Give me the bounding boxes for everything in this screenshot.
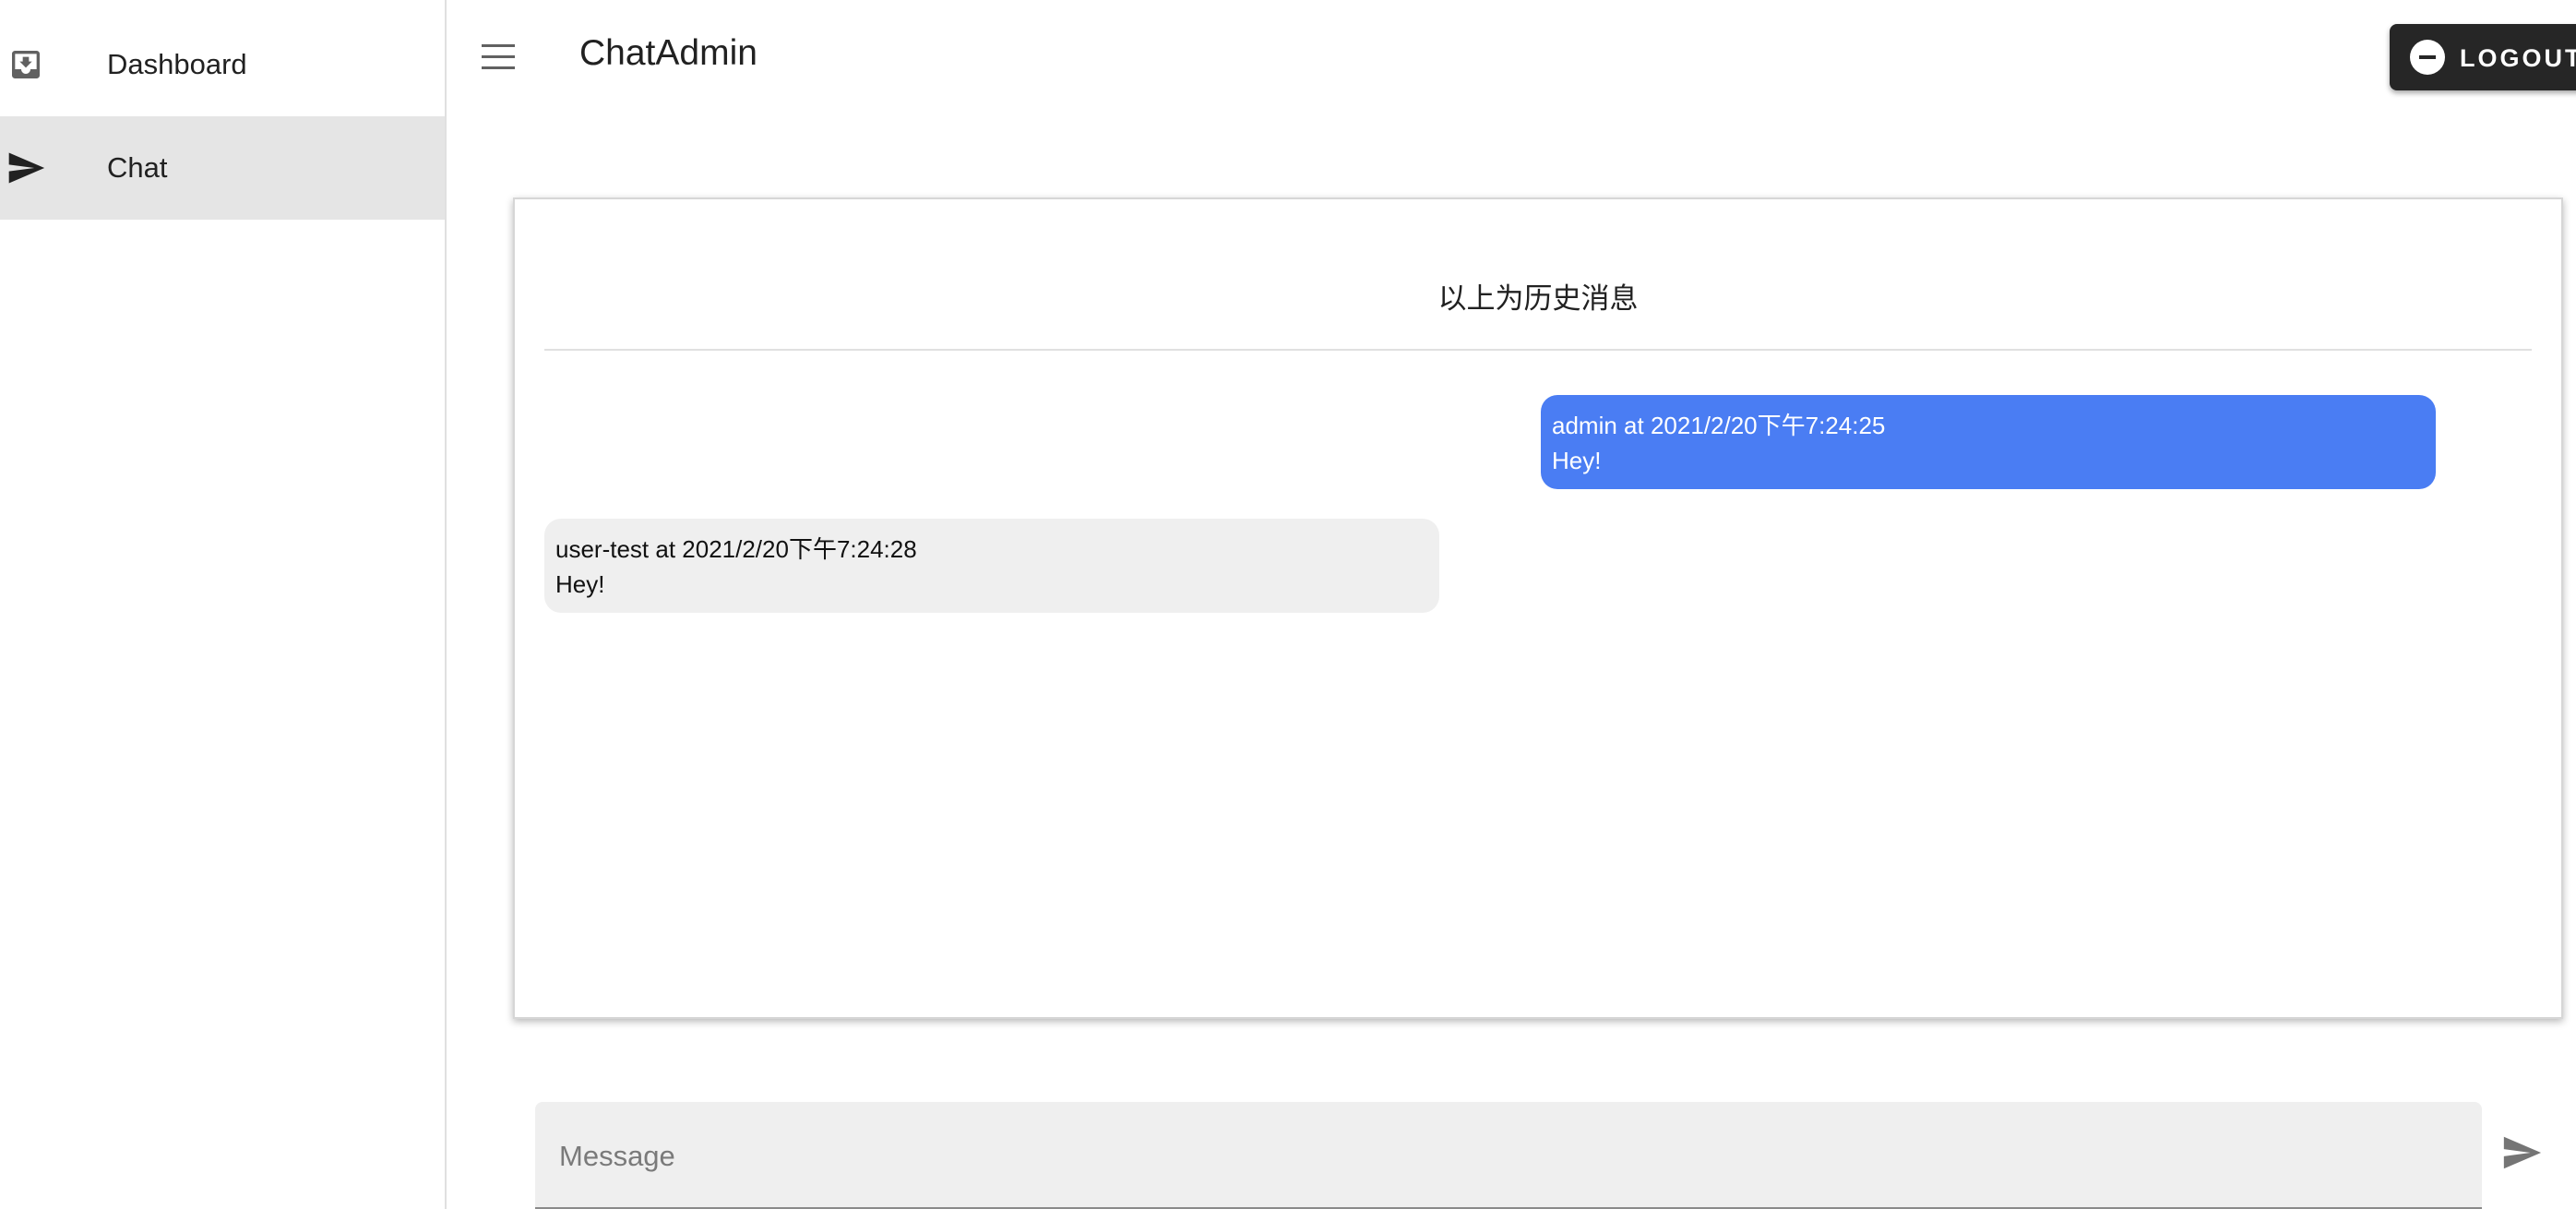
sidebar-item-dashboard[interactable]: Dashboard bbox=[0, 13, 445, 116]
send-icon bbox=[6, 148, 46, 188]
message-field[interactable] bbox=[535, 1102, 2482, 1209]
history-label: 以上为历史消息 bbox=[1437, 282, 1639, 315]
chat-panel: 以上为历史消息 admin at 2021/2/20下午7:24:25 Hey!… bbox=[513, 198, 2563, 1019]
logout-button[interactable]: LOGOUT bbox=[2390, 24, 2576, 90]
sidebar-item-chat[interactable]: Chat bbox=[0, 116, 445, 220]
logout-label: LOGOUT bbox=[2460, 44, 2576, 72]
send-button[interactable] bbox=[2498, 1131, 2545, 1178]
sidebar-item-label: Dashboard bbox=[107, 48, 247, 80]
menu-icon[interactable] bbox=[478, 41, 519, 74]
send-icon bbox=[2500, 1131, 2543, 1179]
message-meta: user-test at 2021/2/20下午7:24:28 bbox=[555, 535, 917, 563]
message-bubble-incoming: user-test at 2021/2/20下午7:24:28 Hey! bbox=[544, 519, 1439, 613]
message-bubble-outgoing: admin at 2021/2/20下午7:24:25 Hey! bbox=[1541, 395, 2436, 489]
history-divider bbox=[544, 349, 2532, 351]
remove-circle-icon bbox=[2410, 40, 2445, 75]
message-input[interactable] bbox=[557, 1130, 2462, 1183]
message-text: Hey! bbox=[555, 570, 605, 598]
message-meta: admin at 2021/2/20下午7:24:25 bbox=[1552, 412, 1886, 439]
message-text: Hey! bbox=[1552, 447, 1602, 474]
app-title: ChatAdmin bbox=[579, 33, 757, 73]
sidebar-item-label: Chat bbox=[107, 151, 168, 184]
sidebar: Dashboard Chat bbox=[0, 0, 447, 1209]
inbox-download-icon bbox=[6, 44, 46, 85]
